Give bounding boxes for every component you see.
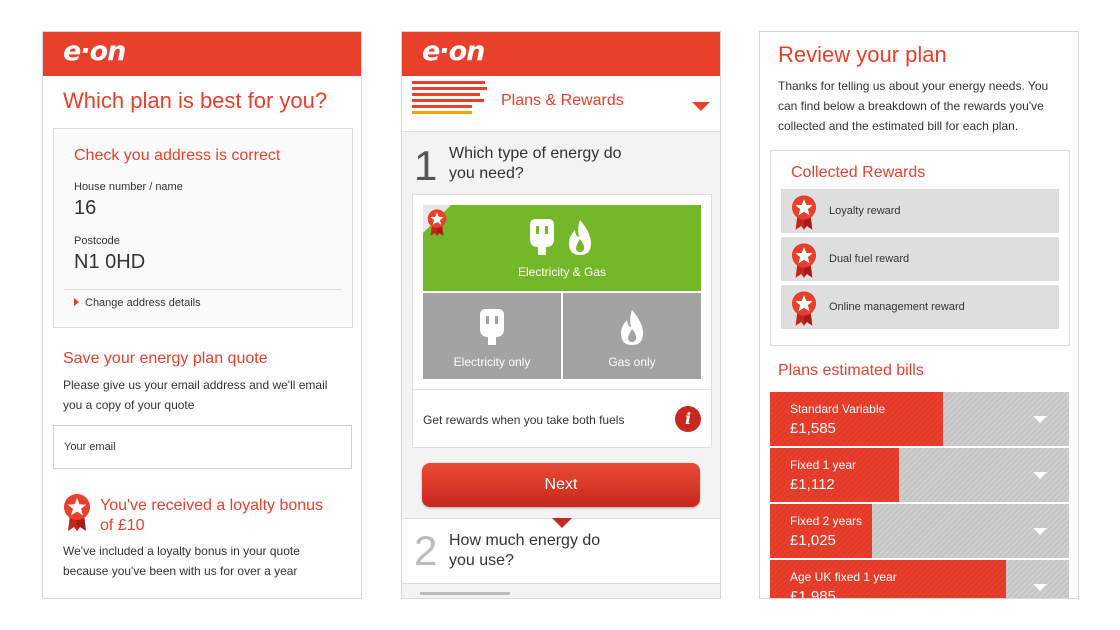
address-card-heading: Check you address is correct (74, 147, 281, 164)
progress-bar (412, 87, 487, 90)
option-label: Gas only (608, 355, 656, 369)
plan-name: Fixed 2 years (790, 514, 863, 528)
triangle-right-icon (74, 298, 79, 306)
reward-item: Online management reward (781, 285, 1059, 329)
pointer-notch (552, 518, 572, 528)
chevron-down-icon[interactable] (1033, 416, 1047, 423)
rewards-hint: Get rewards when you take both fuels (423, 413, 625, 427)
chevron-down-icon[interactable] (1033, 528, 1047, 535)
plan-bill-bar (770, 504, 872, 558)
plug-icon (480, 309, 504, 345)
reward-label: Dual fuel reward (829, 253, 910, 265)
plan-bill-bar (770, 392, 944, 446)
address-card: Check you address is correct House numbe… (53, 128, 353, 328)
section-nav[interactable]: Plans & Rewards (402, 76, 720, 132)
ribbon-star-icon (791, 243, 817, 278)
divider (413, 389, 711, 390)
plan-name: Standard Variable (790, 402, 886, 416)
plan-name: Fixed 1 year (790, 458, 857, 472)
loyalty-heading: You've received a loyalty bonus of £10 (100, 497, 324, 534)
progress-bar (412, 105, 472, 108)
step-number: 2 (414, 527, 438, 574)
plan-row[interactable]: Age UK fixed 1 year £1,985 (770, 560, 1069, 599)
reward-item: Loyalty reward (781, 189, 1059, 233)
plan-price: £1,585 (790, 420, 836, 437)
house-value: 16 (74, 197, 97, 219)
change-address-label: Change address details (85, 297, 201, 309)
postcode-label: Postcode (74, 235, 120, 247)
option-gas-only[interactable]: Gas only (563, 293, 701, 379)
progress-bar-current (412, 111, 472, 114)
page-title: Which plan is best for you? (63, 88, 328, 113)
chevron-down-icon[interactable] (692, 102, 710, 111)
chevron-down-icon[interactable] (1033, 472, 1047, 479)
ribbon-star-icon (791, 195, 817, 230)
flame-icon (621, 310, 643, 345)
plan-price: £1,112 (790, 476, 835, 493)
progress-bar (412, 81, 485, 84)
step-2-section[interactable]: 2 How much energy do you use? (402, 518, 720, 584)
flame-icon (569, 220, 591, 255)
change-address-link[interactable]: Change address details (74, 297, 201, 309)
eon-logo[interactable]: e·on (63, 36, 126, 67)
option-electricity-only[interactable]: Electricity only (423, 293, 561, 379)
ribbon-star-icon (427, 209, 447, 236)
eon-logo[interactable]: e·on (422, 36, 485, 67)
plan-row[interactable]: Fixed 2 years £1,025 (770, 504, 1069, 558)
brand-header: e·on (402, 32, 720, 76)
energy-options: Electricity & Gas Electricity only Gas o… (412, 194, 712, 448)
save-quote-heading: Save your energy plan quote (63, 350, 268, 367)
house-label: House number / name (74, 181, 183, 193)
divider (64, 289, 342, 290)
plan-row[interactable]: Fixed 1 year £1,112 (770, 448, 1069, 502)
plan-row[interactable]: Standard Variable £1,585 (770, 392, 1069, 446)
review-intro: Thanks for telling us about your energy … (778, 79, 1049, 133)
ribbon-star-icon (64, 494, 90, 531)
page-title: Review your plan (778, 42, 947, 67)
progress-indicator (412, 81, 487, 125)
collected-rewards-card: Collected Rewards Loyalty reward Dual fu… (770, 150, 1070, 346)
screen-plan-quote: e·on Which plan is best for you? Check y… (42, 31, 362, 599)
screen-review-plan: Review your plan Thanks for telling us a… (759, 31, 1079, 599)
progress-bar (412, 93, 480, 96)
email-field[interactable] (53, 425, 352, 469)
postcode-value: N1 0HD (74, 251, 146, 273)
rewards-heading: Collected Rewards (791, 164, 926, 181)
reward-item: Dual fuel reward (781, 237, 1059, 281)
progress-bar (412, 99, 484, 102)
step-question: How much energy do you use? (449, 532, 601, 569)
loyalty-text: We've included a loyalty bonus in your q… (63, 544, 300, 578)
plug-icon (530, 219, 554, 255)
info-icon[interactable]: i (675, 406, 701, 432)
brand-header: e·on (43, 32, 361, 76)
step-question: Which type of energy do you need? (449, 145, 622, 182)
next-section-peek (420, 592, 510, 598)
screen-plans-rewards: e·on Plans & Rewards 1 Which type of ene… (401, 31, 721, 599)
chevron-down-icon[interactable] (1033, 584, 1047, 591)
step-number: 1 (414, 142, 438, 189)
option-electricity-gas[interactable]: Electricity & Gas (423, 205, 701, 291)
plan-price: £1,985 (790, 588, 836, 599)
plans-heading: Plans estimated bills (778, 362, 924, 379)
next-button[interactable]: Next (422, 463, 700, 507)
plan-price: £1,025 (790, 532, 836, 549)
reward-label: Loyalty reward (829, 205, 901, 217)
option-label: Electricity only (453, 355, 531, 369)
reward-label: Online management reward (829, 301, 965, 313)
option-label: Electricity & Gas (517, 265, 607, 279)
nav-label: Plans & Rewards (501, 92, 624, 109)
plan-name: Age UK fixed 1 year (790, 570, 897, 584)
save-quote-text: Please give us your email address and we… (63, 378, 328, 412)
ribbon-star-icon (791, 291, 817, 326)
plan-bill-bar (770, 448, 899, 502)
